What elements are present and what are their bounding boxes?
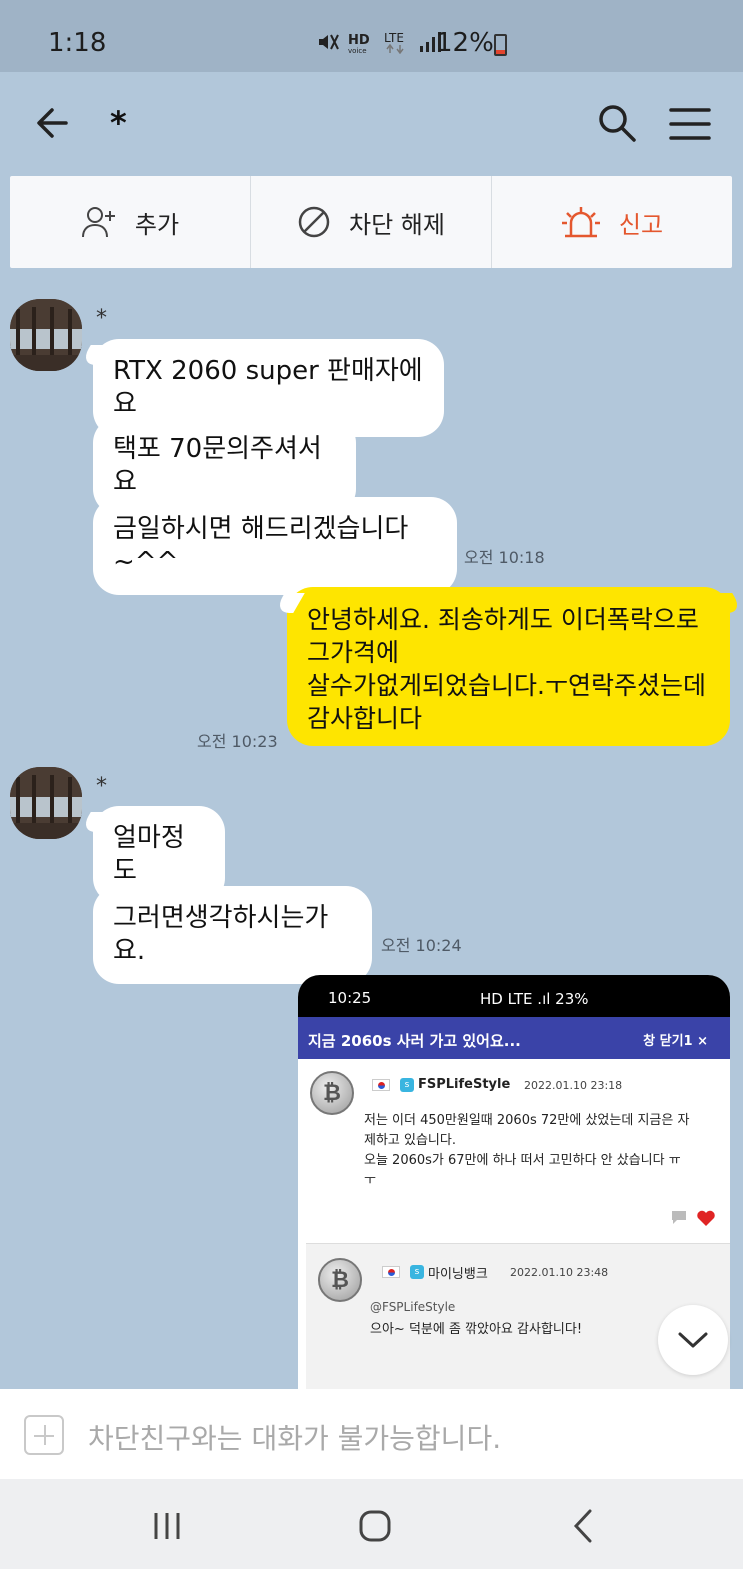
screenshot-status-bar: 10:25 HD LTE .ıl 23% [298, 975, 730, 1017]
bitcoin-avatar-icon: ₿ [318, 1258, 362, 1302]
report-label: 신고 [618, 210, 664, 239]
message-time: 오전 10:23 [197, 732, 278, 751]
system-back-icon[interactable] [562, 1503, 608, 1549]
reply-date: 2022.01.10 23:48 [510, 1266, 609, 1279]
action-bar: 추가 차단 해제 신고 [10, 176, 732, 268]
status-icons: HD voice LTE [316, 30, 442, 54]
screenshot-title: 지금 2060s 사러 가고 있어요... [308, 1032, 521, 1050]
add-friend-button[interactable]: 추가 [10, 176, 251, 268]
status-bar: 1:18 HD voice LTE 12% [0, 0, 743, 72]
reply-nickname: 마이닝뱅크 [428, 1267, 488, 1282]
battery-icon [494, 34, 507, 56]
lte-icon: LTE [384, 31, 404, 54]
my-message-bubble[interactable]: 안녕하세요. 죄송하게도 이더폭락으로 그가격에 살수가없게되었습니다.ㅜ연락주… [287, 587, 730, 746]
search-icon[interactable] [596, 102, 638, 144]
avatar[interactable] [10, 299, 82, 371]
post-date: 2022.01.10 23:18 [524, 1079, 623, 1092]
hd-voice-icon: HDvoice [348, 33, 370, 54]
avatar[interactable] [10, 767, 82, 839]
unblock-label: 차단 해제 [349, 210, 445, 239]
chat-title: * [110, 104, 127, 142]
comment-icon [672, 1211, 686, 1224]
svg-text:LTE: LTE [384, 31, 404, 45]
recent-apps-icon[interactable] [144, 1503, 190, 1549]
message-bubble[interactable]: 그러면생각하시는가요. [93, 886, 372, 984]
unblock-button[interactable]: 차단 해제 [251, 176, 492, 268]
add-person-icon [81, 207, 115, 238]
level-badge-icon: s [410, 1265, 424, 1279]
battery-percent: 12% [436, 28, 494, 58]
plus-icon[interactable] [24, 1415, 64, 1455]
chevron-down-icon [678, 1332, 708, 1348]
screenshot-time: 10:25 [328, 989, 372, 1007]
level-badge-icon: s [400, 1078, 414, 1092]
blocked-notice: 차단친구와는 대화가 불가능합니다. [88, 1422, 502, 1455]
korea-flag-icon [382, 1266, 400, 1278]
screenshot-close: 창 닫기1 × [643, 1034, 708, 1049]
sender-name: * [96, 306, 107, 331]
screenshot-title-bar: 지금 2060s 사러 가고 있어요... 창 닫기1 × [298, 1017, 730, 1059]
back-arrow-icon[interactable] [30, 100, 76, 146]
screenshot-sysinfo: HD LTE .ıl 23% [480, 990, 589, 1008]
avatar-image [10, 299, 82, 371]
message-bubble[interactable]: 금일하시면 해드리겠습니다~^^ [93, 497, 457, 595]
mute-icon [319, 34, 339, 50]
post-nickname: FSPLifeStyle [418, 1077, 511, 1092]
status-time: 1:18 [48, 28, 107, 58]
siren-icon [561, 207, 600, 238]
add-friend-label: 추가 [134, 210, 180, 239]
menu-icon[interactable] [668, 106, 712, 142]
korea-flag-icon [372, 1079, 390, 1091]
reply-mention: @FSPLifeStyle [370, 1300, 456, 1314]
report-button[interactable]: 신고 [492, 176, 732, 268]
message-time: 오전 10:18 [464, 548, 545, 567]
sender-name: * [96, 774, 107, 799]
avatar-image [10, 767, 82, 839]
heart-icon [697, 1210, 715, 1226]
block-icon [298, 206, 330, 238]
svg-text:voice: voice [348, 47, 367, 54]
scroll-down-button[interactable] [658, 1305, 728, 1375]
home-icon[interactable] [352, 1503, 398, 1549]
system-nav-bar [0, 1479, 743, 1569]
message-input-bar: 차단친구와는 대화가 불가능합니다. [0, 1389, 743, 1479]
svg-text:HD: HD [348, 33, 370, 48]
chat-header: * [0, 72, 743, 172]
message-time: 오전 10:24 [381, 936, 462, 955]
bitcoin-avatar-icon: ₿ [310, 1071, 354, 1115]
post-text: 저는 이더 450만원일때 2060s 72만에 샀었는데 지금은 자 제하고 … [364, 1113, 690, 1188]
